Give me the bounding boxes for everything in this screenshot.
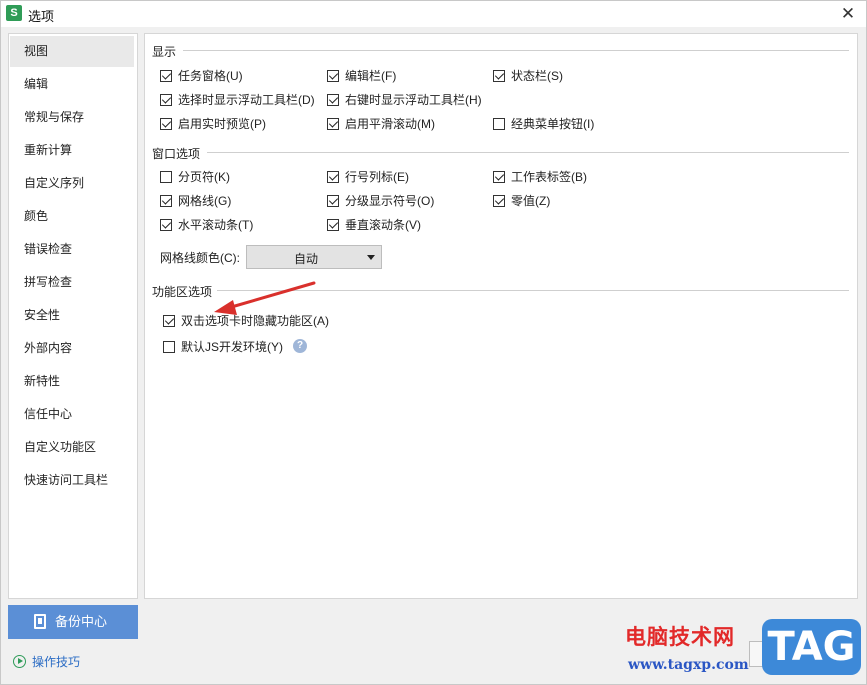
close-button[interactable]: ✕ (836, 3, 860, 25)
watermark-text: 电脑技术网 (625, 625, 735, 649)
checkbox[interactable] (493, 70, 505, 82)
section-divider (183, 50, 849, 51)
backup-icon (34, 614, 46, 629)
options-dialog: S 选项 ✕ 视图 编辑 常规与保存 重新计算 自定义序列 颜色 错误检查 拼写… (0, 0, 867, 685)
gridline-color-value: 自动 (293, 252, 318, 266)
nav-item-recalculate[interactable]: 重新计算 (10, 135, 134, 166)
backup-center-button[interactable]: 备份中心 (8, 605, 138, 639)
checkbox[interactable] (160, 94, 172, 106)
section-title-display: 显示 (152, 43, 181, 60)
checkbox[interactable] (327, 94, 339, 106)
watermark-logo: TAG (762, 619, 861, 675)
checkbox[interactable] (163, 341, 175, 353)
nav-item-spell-check[interactable]: 拼写检查 (10, 267, 134, 298)
checkbox[interactable] (160, 118, 172, 130)
operation-tips-label: 操作技巧 (32, 655, 81, 669)
backup-center-label: 备份中心 (55, 614, 108, 629)
nav-item-quick-access-toolbar[interactable]: 快速访问工具栏 (10, 465, 134, 496)
checkbox[interactable] (160, 195, 172, 207)
checkbox[interactable] (493, 118, 505, 130)
checkbox[interactable] (163, 315, 175, 327)
checkbox[interactable] (327, 171, 339, 183)
nav-item-custom-lists[interactable]: 自定义序列 (10, 168, 134, 199)
dropdown-arrow-icon (367, 255, 375, 260)
checkbox[interactable] (160, 219, 172, 231)
nav-item-security[interactable]: 安全性 (10, 300, 134, 331)
help-icon[interactable]: ? (293, 339, 307, 353)
nav-item-error-checking[interactable]: 错误检查 (10, 234, 134, 265)
section-divider (207, 152, 849, 153)
nav-item-customize-ribbon[interactable]: 自定义功能区 (10, 432, 134, 463)
section-title-window-options: 窗口选项 (152, 145, 205, 162)
checkbox[interactable] (493, 195, 505, 207)
checkbox[interactable] (327, 118, 339, 130)
checkbox[interactable] (493, 171, 505, 183)
title-bar: S 选项 ✕ (1, 1, 866, 27)
nav-item-view[interactable]: 视图 (10, 36, 134, 67)
watermark-url: www.tagxp.com (628, 657, 749, 673)
nav-item-new-features[interactable]: 新特性 (10, 366, 134, 397)
checkbox[interactable] (327, 70, 339, 82)
play-circle-icon (13, 655, 26, 668)
checkbox[interactable] (160, 171, 172, 183)
checkbox[interactable] (160, 70, 172, 82)
nav-item-color[interactable]: 颜色 (10, 201, 134, 232)
nav-item-external-content[interactable]: 外部内容 (10, 333, 134, 364)
nav-item-trust-center[interactable]: 信任中心 (10, 399, 134, 430)
options-category-nav: 视图 编辑 常规与保存 重新计算 自定义序列 颜色 错误检查 拼写检查 安全性 … (8, 33, 138, 599)
gridline-color-select[interactable]: 自动 (246, 245, 382, 269)
annotation-arrow-icon (214, 281, 316, 315)
wps-spreadsheet-icon: S (6, 5, 22, 21)
nav-item-general-save[interactable]: 常规与保存 (10, 102, 134, 133)
dialog-title: 选项 (28, 9, 55, 24)
operation-tips-link[interactable]: 操作技巧 (13, 653, 80, 671)
nav-item-edit[interactable]: 编辑 (10, 69, 134, 100)
gridline-color-label: 网格线颜色(C): (160, 251, 240, 265)
checkbox[interactable] (327, 195, 339, 207)
checkbox[interactable] (327, 219, 339, 231)
